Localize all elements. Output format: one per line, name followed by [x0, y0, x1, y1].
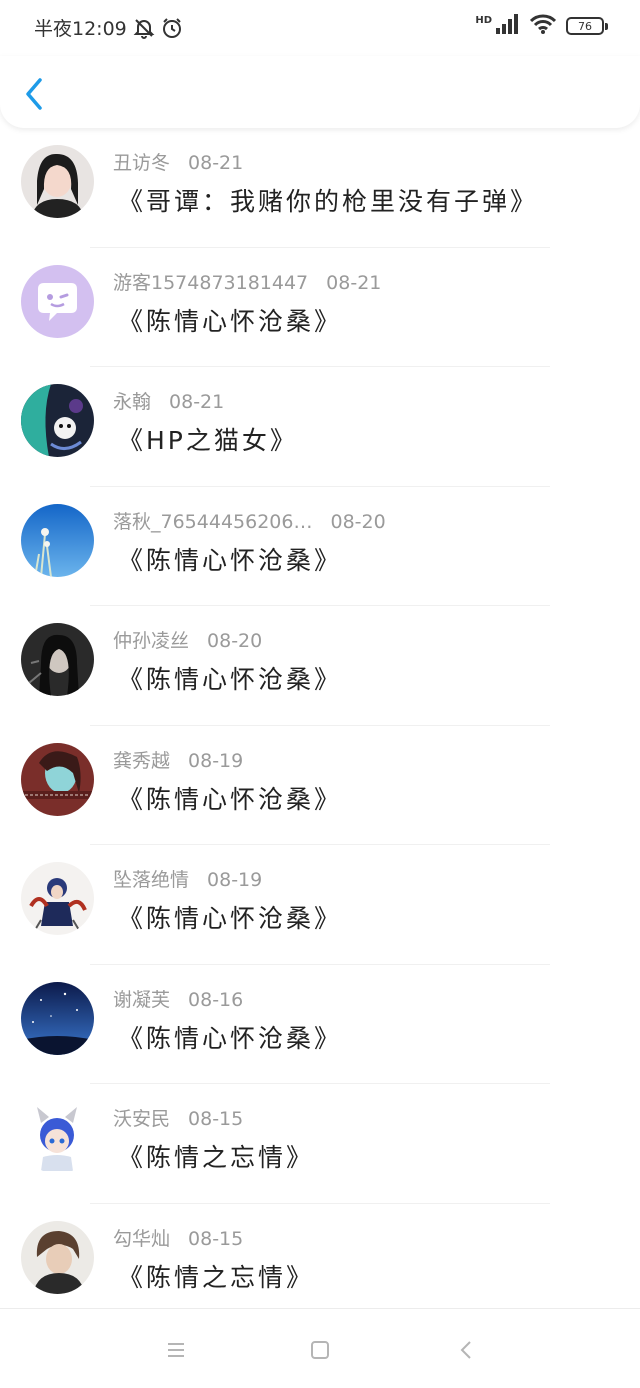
- home-square-icon: [311, 1341, 329, 1359]
- status-bar: 半夜12:09 HD 76: [0, 0, 640, 56]
- item-meta: 坠落绝情 08-19: [113, 865, 262, 892]
- avatar[interactable]: [21, 1101, 94, 1174]
- list-item[interactable]: 勾华灿 08-15 《陈情之忘情》: [0, 1204, 640, 1324]
- item-meta: 仲孙凌丝 08-20: [113, 626, 262, 653]
- list-item[interactable]: 谢凝芙 08-16 《陈情心怀沧桑》: [0, 965, 640, 1084]
- item-date: 08-20: [207, 630, 263, 652]
- story-title[interactable]: 《陈情心怀沧桑》: [118, 780, 342, 816]
- list-item[interactable]: 仲孙凌丝 08-20 《陈情心怀沧桑》: [0, 606, 640, 726]
- chevron-left-icon: [26, 78, 42, 110]
- avatar[interactable]: [21, 862, 94, 935]
- avatar[interactable]: [21, 503, 94, 577]
- username: 谢凝芙: [113, 988, 171, 1011]
- item-date: 08-21: [326, 271, 382, 294]
- username: 永翰: [113, 391, 152, 413]
- item-date: 08-15: [188, 1108, 244, 1130]
- wifi-icon: [529, 14, 557, 38]
- menu-icon: [168, 1343, 184, 1357]
- battery-level: 76: [578, 19, 592, 33]
- network-label: HD: [475, 14, 492, 26]
- back-triangle-icon: [460, 1341, 471, 1359]
- item-date: 08-15: [188, 1227, 244, 1250]
- username: 丑访冬: [113, 152, 171, 174]
- item-meta: 落秋_76544456206… 08-20: [113, 507, 386, 534]
- item-date: 08-19: [207, 869, 263, 891]
- story-title[interactable]: 《陈情心怀沧桑》: [118, 660, 342, 696]
- status-right: HD 76: [475, 14, 608, 38]
- list-item[interactable]: 龚秀越 08-19 《陈情心怀沧桑》: [0, 726, 640, 845]
- record-list: 丑访冬 08-21 《哥谭：我赌你的枪里没有子弹》 游客1574873181447…: [0, 128, 640, 1323]
- story-title[interactable]: 《陈情之忘情》: [118, 1138, 314, 1174]
- header: [0, 56, 640, 128]
- avatar[interactable]: [21, 384, 94, 457]
- username: 落秋_76544456206…: [113, 510, 313, 533]
- list-item[interactable]: 永翰 08-21 《HP之猫女》: [0, 367, 640, 487]
- item-meta: 谢凝芙 08-16: [113, 985, 243, 1012]
- username: 坠落绝情: [113, 869, 190, 891]
- list-item[interactable]: 游客1574873181447 08-21 《陈情心怀沧桑》: [0, 248, 640, 367]
- story-title[interactable]: 《HP之猫女》: [118, 421, 298, 457]
- item-date: 08-21: [188, 152, 244, 174]
- list-item[interactable]: 坠落绝情 08-19 《陈情心怀沧桑》: [0, 845, 640, 965]
- item-date: 08-16: [188, 988, 244, 1011]
- alarm-icon: [161, 17, 183, 39]
- system-nav-bar: [0, 1308, 640, 1388]
- username: 仲孙凌丝: [113, 630, 190, 652]
- story-title[interactable]: 《哥谭：我赌你的枪里没有子弹》: [118, 182, 538, 218]
- status-time: 半夜12:09: [34, 18, 127, 40]
- item-meta: 丑访冬 08-21: [113, 148, 243, 175]
- story-title[interactable]: 《陈情心怀沧桑》: [118, 899, 342, 935]
- story-title[interactable]: 《陈情心怀沧桑》: [118, 541, 342, 577]
- item-meta: 永翰 08-21: [113, 387, 224, 414]
- item-date: 08-21: [169, 391, 225, 413]
- story-title[interactable]: 《陈情心怀沧桑》: [118, 1019, 342, 1055]
- avatar[interactable]: [21, 264, 94, 338]
- item-meta: 勾华灿 08-15: [113, 1224, 243, 1251]
- status-left: 半夜12:09: [34, 14, 183, 41]
- item-date: 08-19: [188, 749, 244, 772]
- bell-muted-icon: [133, 17, 155, 39]
- avatar[interactable]: [21, 981, 94, 1055]
- avatar[interactable]: [21, 742, 94, 816]
- home-button[interactable]: [307, 1339, 333, 1361]
- item-meta: 游客1574873181447 08-21: [113, 268, 381, 295]
- list-item[interactable]: 沃安民 08-15 《陈情之忘情》: [0, 1084, 640, 1204]
- username: 游客1574873181447: [113, 271, 309, 294]
- story-title[interactable]: 《陈情之忘情》: [118, 1258, 314, 1294]
- item-meta: 沃安民 08-15: [113, 1104, 243, 1131]
- recent-apps-button[interactable]: [163, 1339, 189, 1361]
- avatar[interactable]: [21, 145, 94, 218]
- system-back-button[interactable]: [453, 1339, 479, 1361]
- username: 勾华灿: [113, 1227, 171, 1250]
- item-date: 08-20: [330, 510, 386, 533]
- username: 龚秀越: [113, 749, 171, 772]
- story-title[interactable]: 《陈情心怀沧桑》: [118, 302, 342, 338]
- back-button[interactable]: [18, 74, 52, 114]
- list-item[interactable]: 落秋_76544456206… 08-20 《陈情心怀沧桑》: [0, 487, 640, 606]
- avatar[interactable]: [21, 623, 94, 696]
- item-meta: 龚秀越 08-19: [113, 746, 243, 773]
- username: 沃安民: [113, 1108, 171, 1130]
- avatar[interactable]: [21, 1220, 94, 1294]
- battery-indicator: 76: [566, 17, 608, 35]
- signal-icon: [496, 14, 520, 38]
- list-item[interactable]: 丑访冬 08-21 《哥谭：我赌你的枪里没有子弹》: [0, 128, 640, 248]
